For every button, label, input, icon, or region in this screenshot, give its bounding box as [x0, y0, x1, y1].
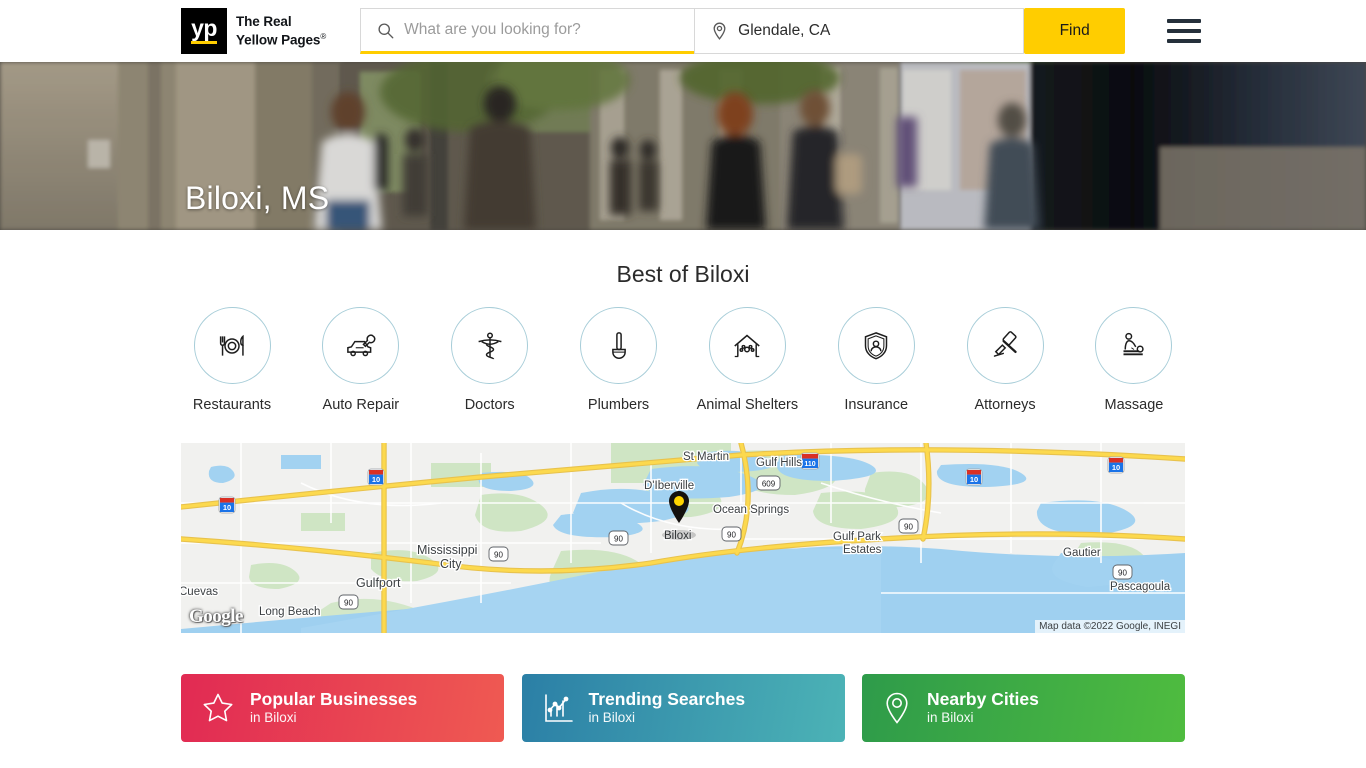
- massage-icon: [1095, 307, 1173, 384]
- svg-text:10: 10: [1112, 463, 1120, 472]
- svg-text:D'Iberville: D'Iberville: [644, 480, 694, 492]
- promo-card-text: Trending Searches in Biloxi: [589, 689, 746, 727]
- svg-text:Gautier: Gautier: [1063, 547, 1101, 559]
- best-of-heading: Best of Biloxi: [616, 261, 750, 287]
- pet-house-icon: [708, 307, 786, 384]
- location-field[interactable]: [694, 8, 1025, 54]
- svg-text:110: 110: [804, 461, 815, 468]
- svg-text:10: 10: [372, 475, 380, 484]
- search-bar: Find: [360, 8, 1126, 54]
- location-pin-icon: [711, 22, 728, 41]
- category-insurance[interactable]: Insurance: [825, 307, 927, 413]
- hamburger-line-3: [1167, 39, 1202, 43]
- promo-card-text: Nearby Cities in Biloxi: [927, 689, 1039, 727]
- yp-logo-tagline-line1: The Real: [236, 13, 292, 29]
- category-auto-repair[interactable]: Auto Repair: [310, 307, 412, 413]
- hamburger-line-1: [1167, 19, 1202, 23]
- svg-text:Ocean Springs: Ocean Springs: [713, 504, 789, 516]
- shield-person-icon: [837, 307, 915, 384]
- category-label: Auto Repair: [322, 397, 400, 413]
- hamburger-line-2: [1167, 29, 1202, 33]
- promo-card-subtitle: in Biloxi: [250, 710, 297, 725]
- category-plumbers[interactable]: Plumbers: [568, 307, 670, 413]
- search-icon: [377, 22, 394, 39]
- search-input[interactable]: [404, 21, 695, 39]
- svg-text:609: 609: [762, 480, 776, 489]
- gavel-icon: [966, 307, 1044, 384]
- caduceus-icon: [451, 307, 529, 384]
- find-button[interactable]: Find: [1024, 8, 1126, 54]
- svg-text:Gulf Hills: Gulf Hills: [756, 457, 802, 469]
- svg-text:Estates: Estates: [843, 544, 882, 556]
- restaurant-icon: [193, 307, 271, 384]
- category-restaurants[interactable]: Restaurants: [181, 307, 283, 413]
- hero-banner: Biloxi, MS: [0, 62, 1366, 230]
- svg-text:Pascagoula: Pascagoula: [1110, 581, 1171, 593]
- promo-card-trending-searches[interactable]: Trending Searches in Biloxi: [521, 674, 845, 742]
- hamburger-menu-icon[interactable]: [1167, 19, 1202, 43]
- promo-card-list: Popular Businesses in Biloxi Trending Se…: [181, 674, 1185, 742]
- category-animal-shelters[interactable]: Animal Shelters: [696, 307, 798, 413]
- promo-card-popular-businesses[interactable]: Popular Businesses in Biloxi: [181, 674, 504, 742]
- yp-logo-tagline-line2: Yellow Pages: [236, 32, 321, 48]
- star-icon: [201, 691, 235, 725]
- search-terms-field[interactable]: [360, 8, 695, 54]
- site-header: yp The Real Yellow Pages® What are you l…: [0, 0, 1366, 62]
- page-title: Biloxi, MS: [185, 180, 330, 216]
- promo-card-subtitle: in Biloxi: [588, 710, 636, 725]
- chart-icon: [542, 692, 574, 724]
- svg-text:10: 10: [970, 475, 978, 484]
- promo-card-text: Popular Businesses in Biloxi: [250, 689, 417, 727]
- city-map[interactable]: 10 10 10 10 110 90 90 90 90 90 90 609 Cu…: [181, 443, 1185, 633]
- yp-logo-mark: yp: [181, 8, 227, 54]
- svg-text:10: 10: [223, 503, 231, 512]
- svg-text:90: 90: [727, 531, 736, 540]
- svg-text:Gulf Park: Gulf Park: [833, 531, 881, 543]
- svg-text:90: 90: [1118, 569, 1127, 578]
- yp-logo-underline: [191, 41, 217, 44]
- yp-logo[interactable]: yp The Real Yellow Pages®: [181, 8, 326, 54]
- category-list: Restaurants Auto Repair Doctors Plumbers…: [181, 307, 1185, 413]
- svg-text:Mississippi: Mississippi: [417, 543, 477, 557]
- trademark-symbol: ®: [320, 32, 327, 42]
- category-label: Attorneys: [974, 397, 1036, 413]
- category-label: Insurance: [844, 397, 909, 413]
- promo-card-title: Popular Businesses: [250, 689, 418, 709]
- yp-logo-letters: yp: [191, 15, 217, 41]
- svg-text:St Martin: St Martin: [683, 451, 729, 463]
- category-massage[interactable]: Massage: [1083, 307, 1185, 413]
- promo-card-title: Trending Searches: [588, 689, 746, 709]
- category-label: Animal Shelters: [696, 397, 799, 413]
- plunger-icon: [580, 307, 658, 384]
- location-input[interactable]: [738, 22, 1024, 40]
- promo-card-nearby-cities[interactable]: Nearby Cities in Biloxi: [862, 674, 1185, 742]
- svg-text:90: 90: [614, 535, 623, 544]
- google-wordmark: Google: [189, 606, 244, 627]
- svg-text:Cuevas: Cuevas: [181, 586, 218, 598]
- category-attorneys[interactable]: Attorneys: [954, 307, 1056, 413]
- svg-text:Long Beach: Long Beach: [259, 606, 320, 618]
- promo-card-subtitle: in Biloxi: [927, 710, 974, 725]
- auto-repair-icon: [322, 307, 400, 384]
- yp-logo-tagline: The Real Yellow Pages®: [236, 14, 326, 49]
- category-label: Restaurants: [192, 397, 272, 413]
- svg-text:City: City: [440, 557, 462, 571]
- map-attribution: Map data ©2022 Google, INEGI: [1035, 620, 1185, 633]
- map-canvas: 10 10 10 10 110 90 90 90 90 90 90 609 Cu…: [181, 443, 1185, 633]
- svg-text:Gulfport: Gulfport: [356, 576, 401, 590]
- svg-text:90: 90: [344, 599, 353, 608]
- svg-text:90: 90: [904, 523, 913, 532]
- category-label: Massage: [1104, 397, 1164, 413]
- category-doctors[interactable]: Doctors: [439, 307, 541, 413]
- category-label: Doctors: [464, 397, 515, 413]
- promo-card-title: Nearby Cities: [927, 689, 1039, 709]
- pin-icon: [882, 691, 912, 725]
- category-label: Plumbers: [587, 397, 650, 413]
- svg-text:90: 90: [494, 551, 503, 560]
